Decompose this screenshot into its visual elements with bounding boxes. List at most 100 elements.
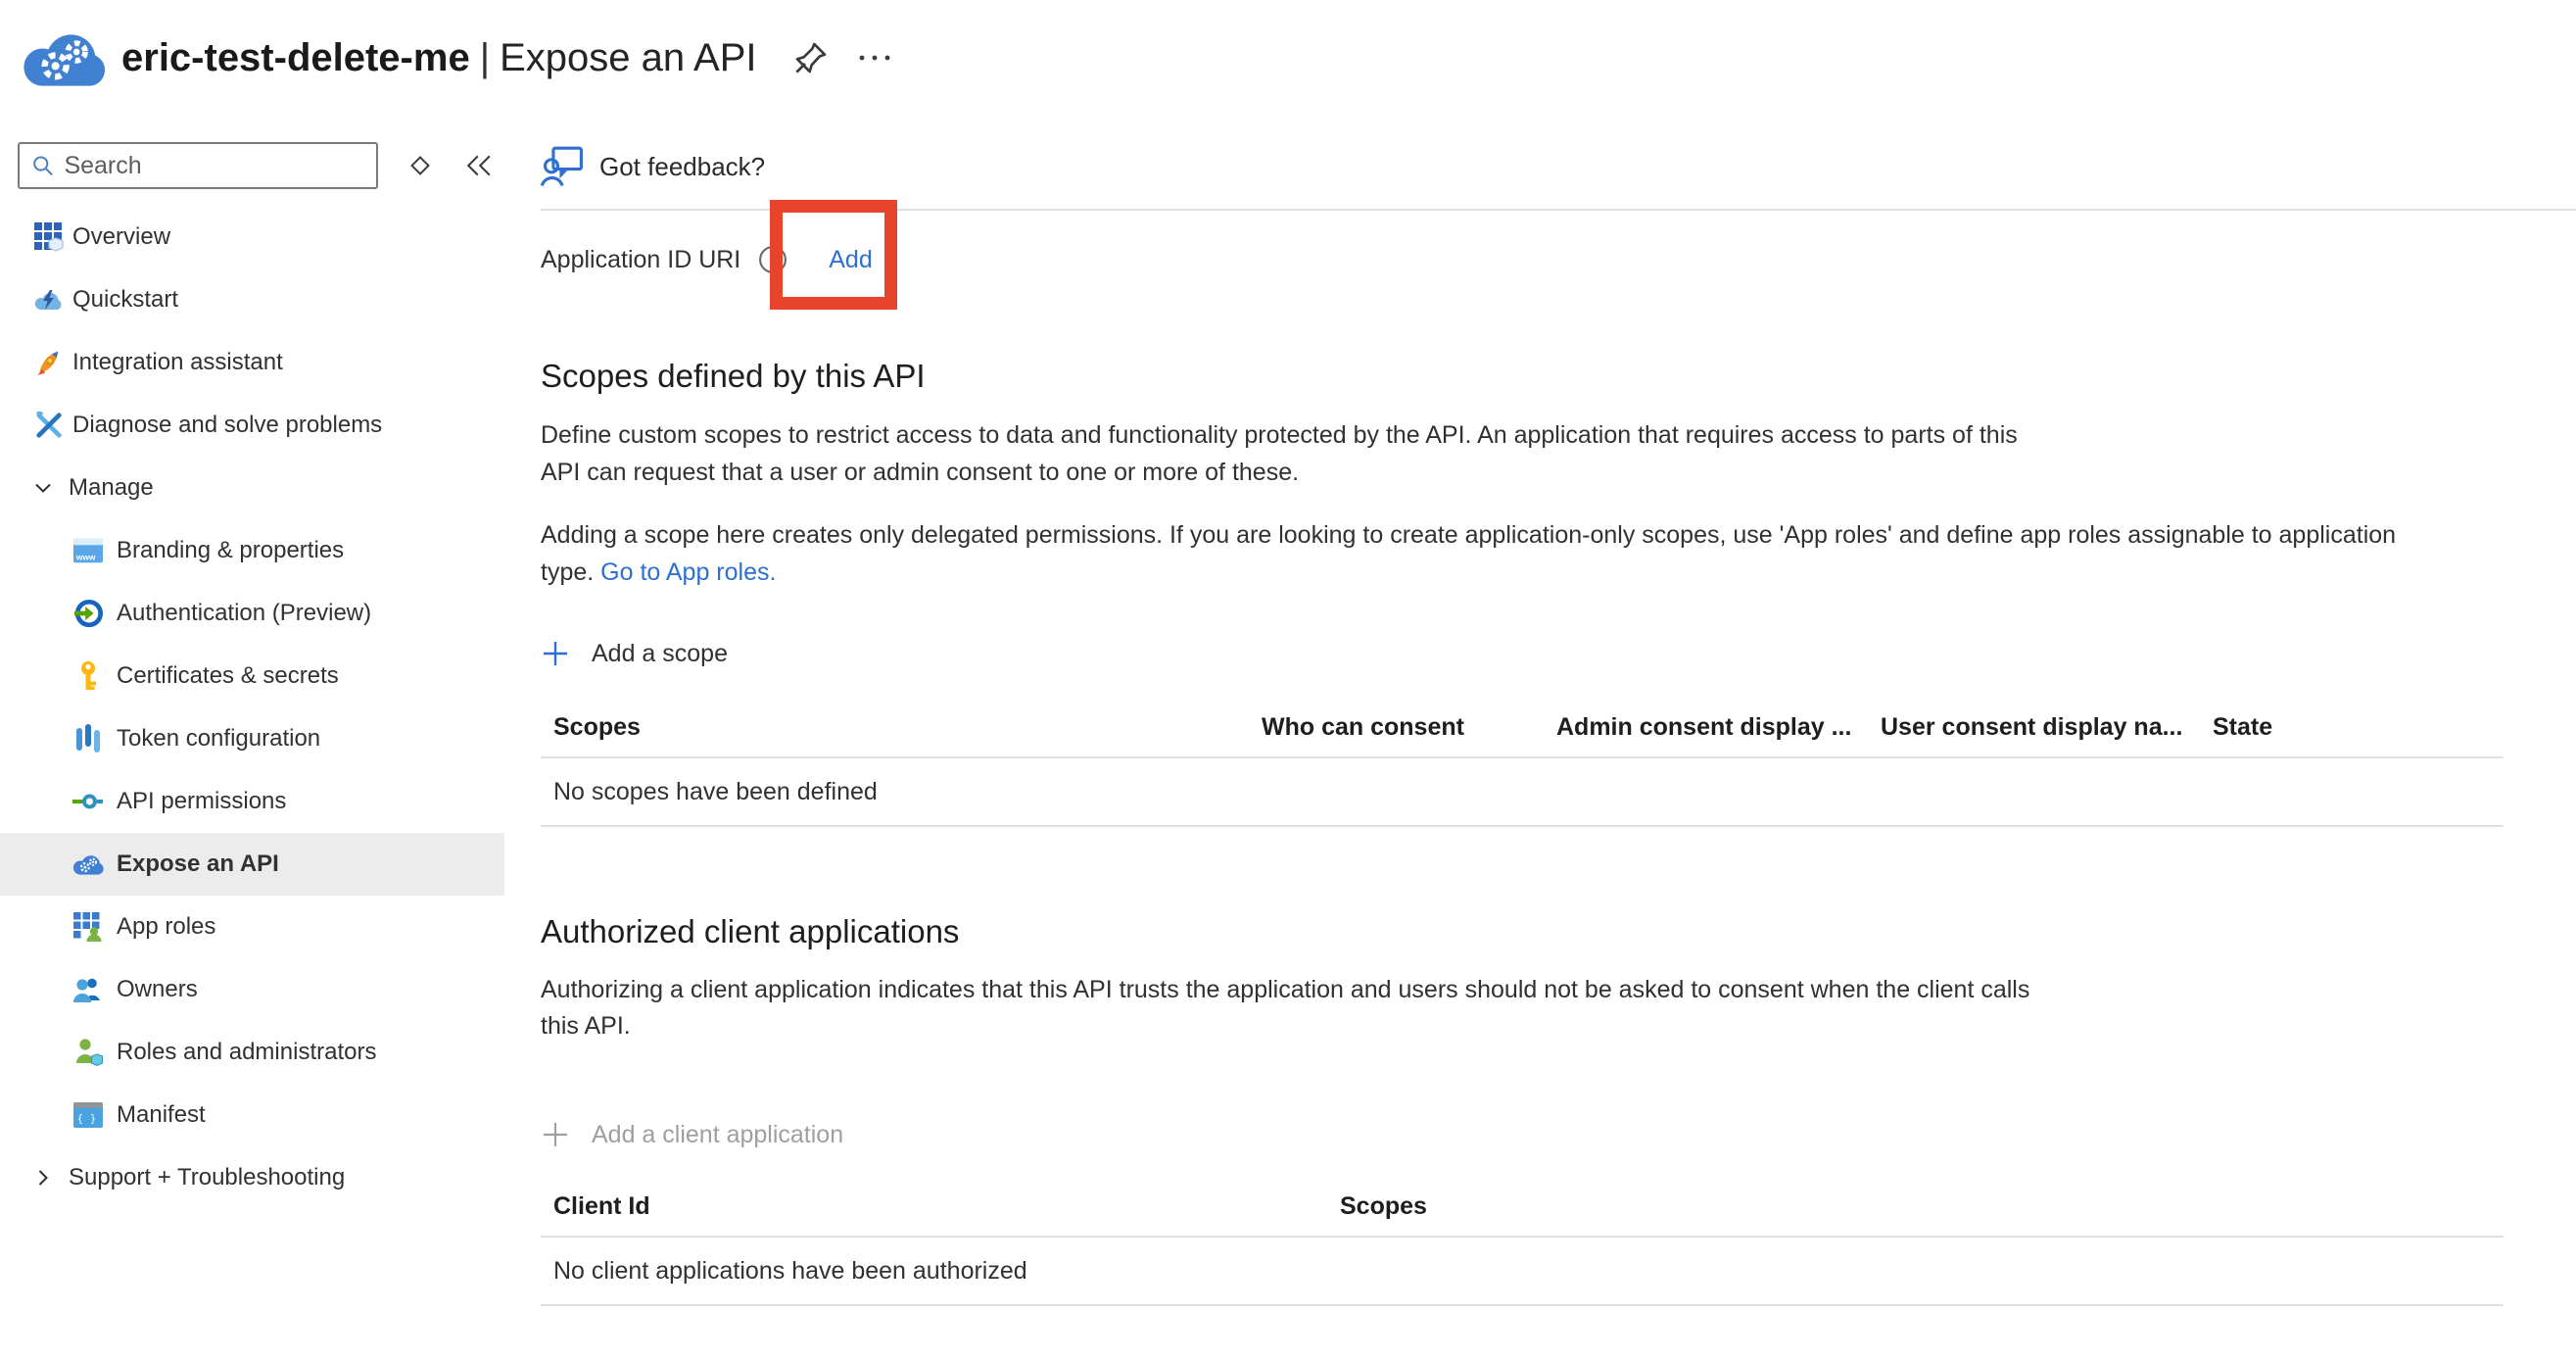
sidebar-group-manage[interactable]: Manage xyxy=(0,457,504,519)
sidebar-item-label: Certificates & secrets xyxy=(117,662,339,690)
plus-icon-disabled xyxy=(541,1120,570,1149)
note-line: Adding a scope here creates only delegat… xyxy=(541,516,2576,554)
description-line: this API. xyxy=(541,1008,2576,1044)
sidebar-item-integration-assistant[interactable]: Integration assistant xyxy=(0,331,504,394)
sidebar-item-label: Expose an API xyxy=(117,850,279,878)
page-header: eric-test-delete-me|Expose an API xyxy=(0,0,2576,116)
got-feedback-button[interactable]: Got feedback? xyxy=(541,145,2576,188)
add-a-scope-button[interactable]: Add a scope xyxy=(541,634,2576,673)
sidebar-item-owners[interactable]: Owners xyxy=(0,958,504,1021)
description-line: API can request that a user or admin con… xyxy=(541,454,2576,491)
chevron-down-icon xyxy=(29,472,57,504)
sidebar-item-label: Authentication (Preview) xyxy=(117,600,371,627)
owners-people-icon xyxy=(72,974,104,1005)
authentication-icon xyxy=(72,598,104,629)
scopes-empty-message: No scopes have been defined xyxy=(541,757,2504,826)
sidebar-item-label: Diagnose and solve problems xyxy=(72,412,382,439)
sidebar-item-diagnose[interactable]: Diagnose and solve problems xyxy=(0,394,504,457)
title-separator: | xyxy=(470,36,500,79)
toolbar-divider xyxy=(541,209,2576,211)
description-line: Define custom scopes to restrict access … xyxy=(541,416,2576,454)
ellipsis-icon xyxy=(858,54,893,62)
scopes-section-title: Scopes defined by this API xyxy=(541,358,2576,395)
add-a-client-application-button[interactable]: Add a client application xyxy=(541,1115,2576,1154)
column-header-user-consent-display: User consent display na... xyxy=(1881,699,2213,757)
overview-icon xyxy=(33,221,65,253)
application-id-uri-label: Application ID URI xyxy=(541,246,740,274)
sidebar-item-expose-an-api[interactable]: Expose an API xyxy=(0,833,504,896)
column-header-client-id: Client Id xyxy=(541,1178,1340,1237)
sidebar-item-label: Owners xyxy=(117,976,198,1003)
sidebar-item-label: API permissions xyxy=(117,788,286,815)
rocket-icon xyxy=(33,347,65,378)
pin-icon[interactable] xyxy=(791,38,831,77)
sidebar-item-app-roles[interactable]: App roles xyxy=(0,896,504,958)
chevron-right-icon xyxy=(29,1162,57,1193)
clients-table-header-row: Client Id Scopes xyxy=(541,1178,2504,1237)
reorder-menu-button[interactable] xyxy=(404,149,437,182)
api-permissions-icon xyxy=(72,786,104,817)
info-icon[interactable] xyxy=(758,245,787,274)
sidebar-item-label: App roles xyxy=(117,913,215,941)
clients-empty-row: No client applications have been authori… xyxy=(541,1237,2504,1305)
roles-admins-icon xyxy=(72,1037,104,1068)
scopes-table: Scopes Who can consent Admin consent dis… xyxy=(541,699,2504,827)
sidebar-search[interactable] xyxy=(18,142,378,189)
sidebar-item-label: Token configuration xyxy=(117,725,320,753)
column-header-scopes: Scopes xyxy=(541,699,1262,757)
authorized-clients-table: Client Id Scopes No client applications … xyxy=(541,1178,2504,1306)
search-icon xyxy=(31,153,54,178)
plus-icon xyxy=(541,639,570,668)
app-name: eric-test-delete-me xyxy=(121,36,470,79)
expose-api-content: Got feedback? Application ID URI Add Sco… xyxy=(504,116,2576,1360)
sidebar-item-label: Manifest xyxy=(117,1101,206,1129)
sidebar-item-quickstart[interactable]: Quickstart xyxy=(0,268,504,331)
clients-empty-message: No client applications have been authori… xyxy=(541,1237,2504,1305)
sidebar-item-overview[interactable]: Overview xyxy=(0,206,504,268)
svg-text:{ }: { } xyxy=(77,1112,97,1125)
scopes-table-header-row: Scopes Who can consent Admin consent dis… xyxy=(541,699,2504,757)
blade-menu-sidebar: Overview Quickstart xyxy=(0,116,504,1360)
svg-text:www: www xyxy=(75,552,96,561)
add-application-id-uri-link[interactable]: Add xyxy=(829,246,872,274)
sidebar-item-label: Integration assistant xyxy=(72,349,283,376)
search-input[interactable] xyxy=(64,152,364,180)
authorized-clients-section-title: Authorized client applications xyxy=(541,913,2576,950)
expose-api-cloud-icon xyxy=(72,849,104,880)
go-to-app-roles-link[interactable]: Go to App roles. xyxy=(600,559,776,586)
description-line: Authorizing a client application indicat… xyxy=(541,972,2576,1008)
column-header-state: State xyxy=(2213,699,2504,757)
feedback-icon xyxy=(541,146,584,187)
sidebar-group-label: Support + Troubleshooting xyxy=(69,1164,345,1191)
got-feedback-label: Got feedback? xyxy=(599,152,765,182)
sidebar-item-manifest[interactable]: { } Manifest xyxy=(0,1084,504,1146)
sidebar-item-certificates[interactable]: Certificates & secrets xyxy=(0,645,504,707)
double-chevron-left-icon xyxy=(464,154,494,177)
sidebar-item-label: Branding & properties xyxy=(117,537,344,564)
collapse-menu-button[interactable] xyxy=(462,149,496,182)
app-registration-cloud-icon xyxy=(22,19,106,97)
add-a-client-application-label: Add a client application xyxy=(592,1121,843,1149)
sidebar-nav: Overview Quickstart xyxy=(0,206,504,1209)
authorized-clients-description: Authorizing a client application indicat… xyxy=(541,972,2576,1044)
scopes-empty-row: No scopes have been defined xyxy=(541,757,2504,826)
add-a-scope-label: Add a scope xyxy=(592,640,728,668)
sidebar-item-token-configuration[interactable]: Token configuration xyxy=(0,707,504,770)
more-actions-button[interactable] xyxy=(858,38,901,77)
sidebar-item-api-permissions[interactable]: API permissions xyxy=(0,770,504,833)
app-roles-icon xyxy=(72,911,104,943)
sliders-icon xyxy=(72,723,104,754)
column-header-client-scopes: Scopes xyxy=(1340,1178,2504,1237)
scopes-section-description: Define custom scopes to restrict access … xyxy=(541,416,2576,491)
quickstart-icon xyxy=(33,284,65,316)
branding-icon: www xyxy=(72,535,104,566)
sidebar-group-label: Manage xyxy=(69,474,154,502)
tools-icon xyxy=(33,410,65,441)
blade-name: Expose an API xyxy=(500,36,756,79)
note-line: type. Go to App roles. xyxy=(541,554,2576,591)
sidebar-group-support-troubleshooting[interactable]: Support + Troubleshooting xyxy=(0,1146,504,1209)
sidebar-item-roles-administrators[interactable]: Roles and administrators xyxy=(0,1021,504,1084)
sidebar-item-authentication[interactable]: Authentication (Preview) xyxy=(0,582,504,645)
sidebar-item-branding[interactable]: www Branding & properties xyxy=(0,519,504,582)
page-title: eric-test-delete-me|Expose an API xyxy=(121,36,756,80)
